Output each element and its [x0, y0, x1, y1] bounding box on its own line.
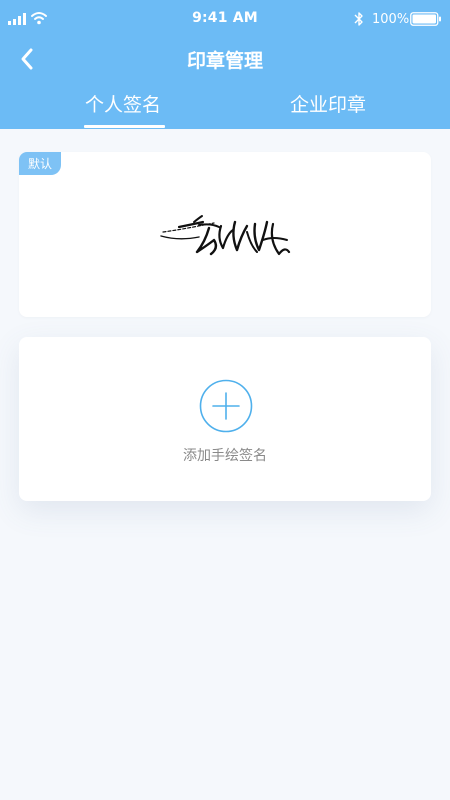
tab-personal-signature[interactable]: 个人签名: [48, 90, 198, 117]
signature-card[interactable]: 默认: [19, 152, 431, 317]
default-badge: 默认: [19, 152, 61, 175]
tab-bar: 个人签名 企业印章: [0, 80, 450, 129]
page-title: 印章管理: [186, 50, 263, 72]
header: 9:41 AM 100% 印章管理 个人签名 企业印章: [0, 0, 450, 129]
bluetooth-icon: [354, 12, 363, 26]
tab-enterprise-seal[interactable]: 企业印章: [253, 90, 403, 117]
add-signature-card[interactable]: 添加手绘签名: [19, 337, 431, 501]
nav-bar: 印章管理: [0, 40, 450, 80]
battery-percentage: 100%: [372, 12, 410, 27]
battery-icon: [410, 12, 441, 26]
signature-image: [160, 215, 291, 256]
active-tab-indicator: [84, 125, 165, 128]
plus-circle-icon[interactable]: [199, 379, 253, 433]
status-bar: 9:41 AM 100%: [0, 0, 450, 40]
add-signature-label: 添加手绘签名: [183, 448, 267, 464]
